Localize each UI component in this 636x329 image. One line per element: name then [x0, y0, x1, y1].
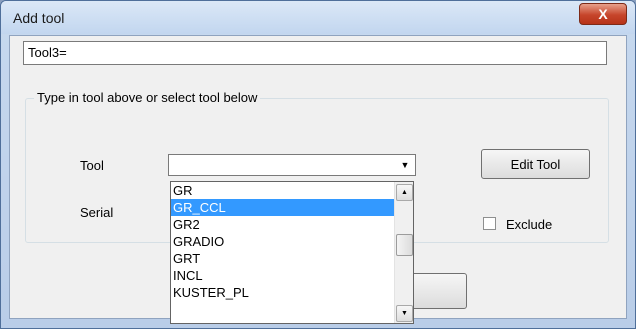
dropdown-item[interactable]: INCL: [171, 267, 395, 284]
dropdown-items: GR GR_CCL GR2 GRADIO GRT INCL KUSTER_PL: [171, 182, 413, 301]
dropdown-item[interactable]: GR: [171, 182, 395, 199]
dropdown-scrollbar[interactable]: ▲ ▼: [394, 182, 413, 323]
tool-combobox[interactable]: ▼: [168, 154, 416, 176]
edit-tool-button-label: Edit Tool: [510, 156, 561, 172]
close-icon: X: [598, 6, 608, 22]
dropdown-item[interactable]: GR_CCL: [171, 199, 395, 216]
scroll-down-button[interactable]: ▼: [396, 305, 413, 322]
exclude-label: Exclude: [506, 217, 553, 232]
scroll-up-button[interactable]: ▲: [396, 184, 413, 201]
dropdown-item[interactable]: GRT: [171, 250, 395, 267]
group-legend: Type in tool above or select tool below: [34, 90, 261, 105]
tool-text-input[interactable]: Tool3=: [23, 41, 607, 65]
dropdown-item[interactable]: KUSTER_PL: [171, 284, 395, 301]
chevron-up-icon: ▲: [401, 189, 408, 196]
chevron-down-icon: ▼: [401, 310, 408, 317]
close-button[interactable]: X: [579, 3, 627, 25]
serial-label: Serial: [80, 205, 114, 220]
tool-dropdown-list[interactable]: GR GR_CCL GR2 GRADIO GRT INCL KUSTER_PL ▲ ▼: [170, 181, 414, 324]
tool-label: Tool: [80, 158, 104, 173]
window-title: Add tool: [13, 10, 65, 26]
title-bar[interactable]: Add tool X: [1, 1, 635, 34]
chevron-down-icon[interactable]: ▼: [396, 156, 414, 174]
dropdown-item[interactable]: GRADIO: [171, 233, 395, 250]
exclude-checkbox[interactable]: [483, 217, 496, 230]
dropdown-item[interactable]: GR2: [171, 216, 395, 233]
ok-button[interactable]: [411, 273, 467, 309]
scroll-thumb[interactable]: [396, 234, 413, 256]
edit-tool-button[interactable]: Edit Tool: [481, 149, 590, 179]
